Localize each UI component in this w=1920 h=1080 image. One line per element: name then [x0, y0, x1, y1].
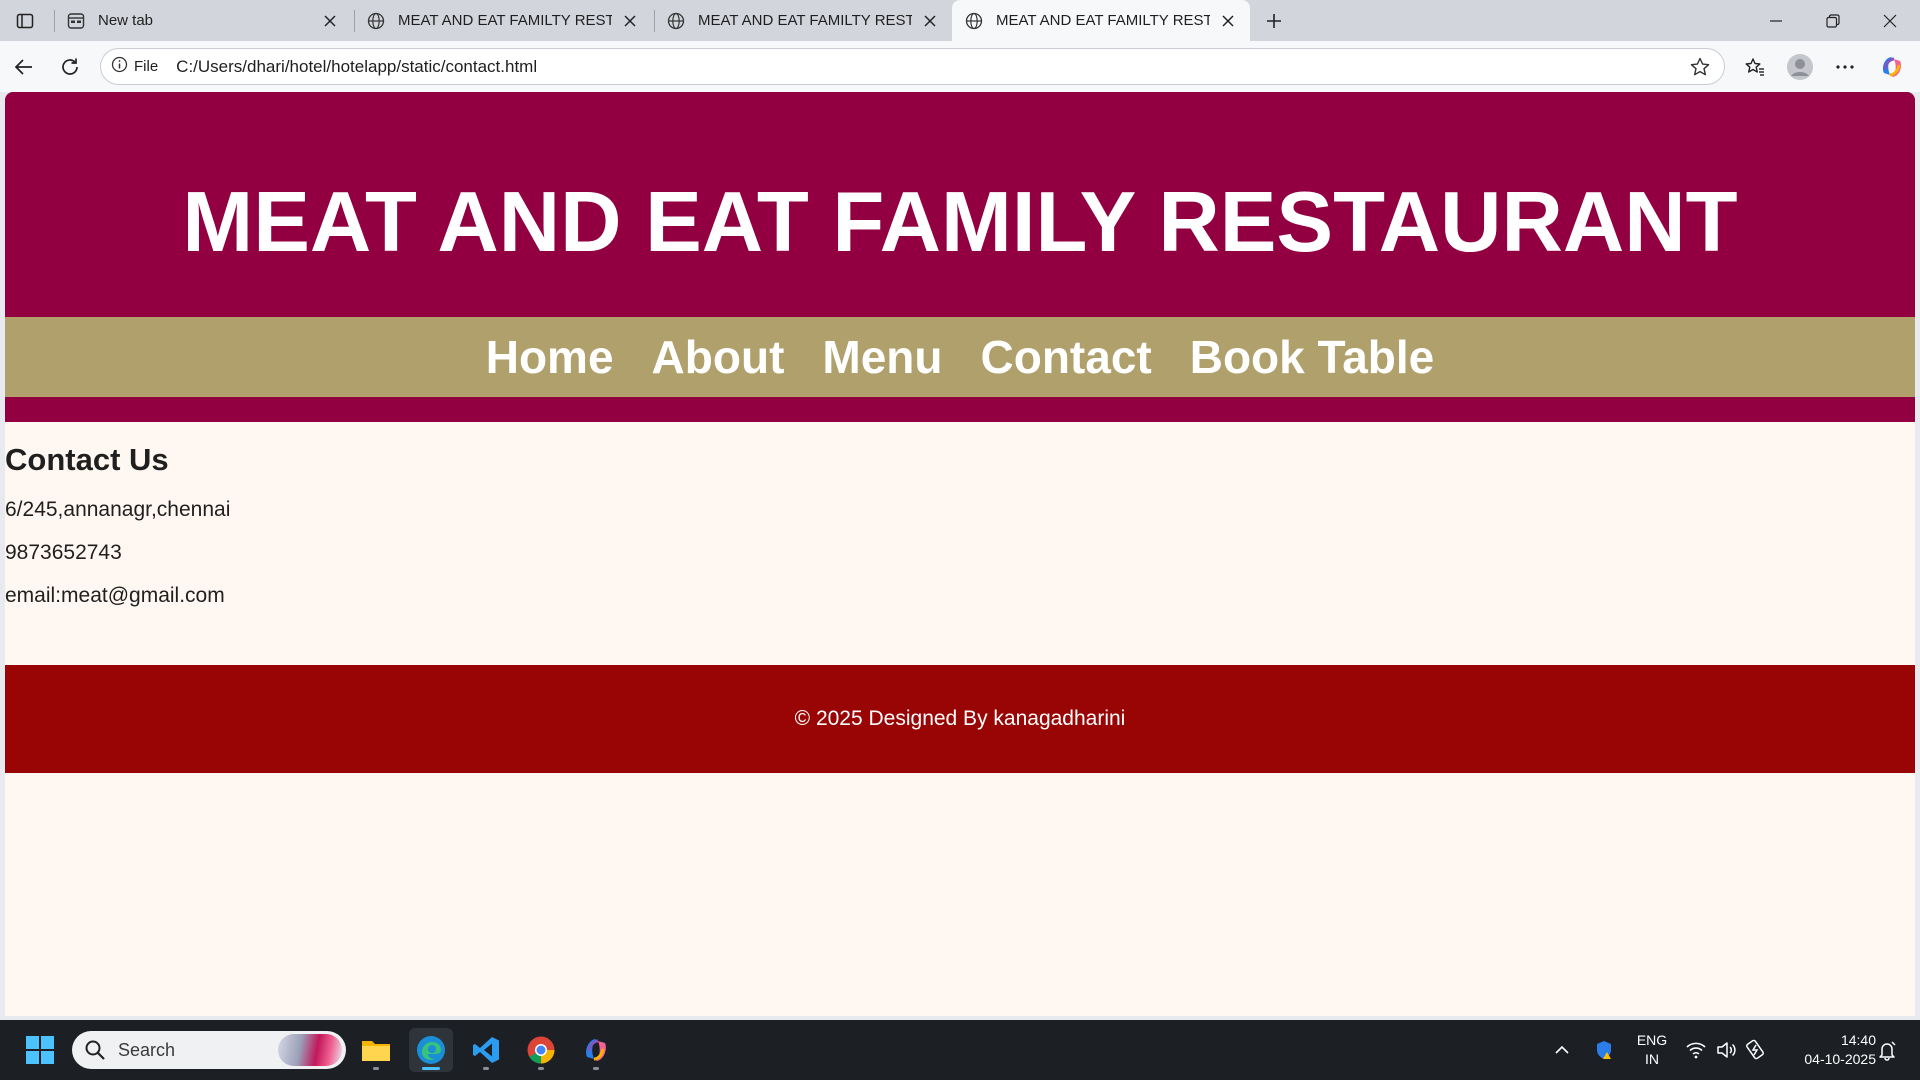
tab-title: New tab — [98, 12, 154, 29]
windows-start-icon[interactable] — [18, 1028, 62, 1072]
tab-title: MEAT AND EAT FAMILTY RESTAURANT — [698, 12, 912, 29]
site-info-label: File — [134, 58, 159, 75]
windows-taskbar: Search ENG IN 14:40 04-10-2025 — [0, 1020, 1920, 1080]
search-icon — [84, 1039, 106, 1061]
globe-icon — [366, 11, 386, 31]
contact-heading: Contact Us — [5, 442, 169, 477]
site-info-button[interactable]: File — [111, 56, 158, 77]
minimize-window-icon[interactable] — [1748, 0, 1804, 41]
new-tab-page-icon — [66, 11, 86, 31]
clock[interactable]: 14:40 04-10-2025 — [1780, 1031, 1876, 1069]
running-indicator — [593, 1067, 599, 1070]
region-code: IN — [1645, 1051, 1659, 1067]
tab-title: MEAT AND EAT FAMILTY RESTAURANT — [398, 12, 612, 29]
search-placeholder: Search — [118, 1039, 176, 1060]
globe-icon — [666, 11, 686, 31]
tab-restaurant-2[interactable]: MEAT AND EAT FAMILTY RESTAURANT — [654, 0, 952, 41]
nav-contact-link[interactable]: Contact — [981, 330, 1152, 384]
restore-window-icon[interactable] — [1805, 0, 1861, 41]
tab-restaurant-active[interactable]: MEAT AND EAT FAMILTY RESTAURANT — [952, 0, 1250, 41]
running-indicator — [483, 1067, 489, 1070]
back-arrow-icon[interactable] — [7, 50, 41, 84]
edge-browser-icon[interactable] — [409, 1028, 453, 1072]
browser-toolbar: File C:/Users/dhari/hotel/hotelapp/stati… — [0, 41, 1920, 92]
running-indicator — [373, 1067, 379, 1070]
tab-new-tab[interactable]: New tab — [54, 0, 352, 41]
copilot-app-icon[interactable] — [574, 1028, 618, 1072]
chrome-icon[interactable] — [519, 1028, 563, 1072]
profile-avatar-icon[interactable] — [1783, 50, 1817, 84]
contact-phone: 9873652743 — [5, 541, 122, 564]
footer-copyright: © 2025 Designed By kanagadharini — [794, 707, 1126, 730]
volume-icon[interactable] — [1714, 1038, 1738, 1062]
more-options-icon[interactable] — [1828, 50, 1862, 84]
file-explorer-icon[interactable] — [354, 1028, 398, 1072]
close-tab-icon[interactable] — [620, 11, 640, 31]
favorite-star-icon[interactable] — [1688, 55, 1712, 79]
nav-book-table-link[interactable]: Book Table — [1190, 330, 1435, 384]
nav-about-link[interactable]: About — [652, 330, 785, 384]
site-footer: © 2025 Designed By kanagadharini — [5, 665, 1915, 773]
tab-actions-menu-icon[interactable] — [12, 8, 38, 34]
refresh-icon[interactable] — [53, 50, 87, 84]
url-text[interactable]: C:/Users/dhari/hotel/hotelapp/static/con… — [176, 57, 537, 77]
tab-strip: New tab MEAT AND EAT FAMILTY RESTAURANT … — [0, 0, 1920, 41]
globe-icon — [964, 11, 984, 31]
nav-menu-link[interactable]: Menu — [822, 330, 942, 384]
close-tab-icon[interactable] — [320, 11, 340, 31]
battery-charging-icon[interactable] — [1744, 1038, 1768, 1062]
search-highlight-image — [278, 1034, 342, 1066]
favorites-icon[interactable] — [1738, 50, 1772, 84]
security-shield-icon[interactable] — [1592, 1038, 1616, 1062]
running-indicator — [538, 1067, 544, 1070]
close-tab-icon[interactable] — [920, 11, 940, 31]
language-code: ENG — [1636, 1032, 1668, 1048]
new-tab-plus-icon[interactable] — [1259, 6, 1289, 36]
clock-date: 04-10-2025 — [1804, 1051, 1876, 1067]
info-circle-icon — [111, 56, 128, 77]
wifi-icon[interactable] — [1684, 1038, 1708, 1062]
vscode-icon[interactable] — [464, 1028, 508, 1072]
contact-address: 6/245,annanagr,chennai — [5, 498, 231, 521]
site-title: MEAT AND EAT FAMILY RESTAURANT — [182, 175, 1738, 270]
close-window-icon[interactable] — [1862, 0, 1918, 41]
site-header: MEAT AND EAT FAMILY RESTAURANT Home Abou… — [5, 92, 1915, 422]
address-bar[interactable]: File C:/Users/dhari/hotel/hotelapp/stati… — [100, 48, 1725, 85]
input-language[interactable]: ENG IN — [1634, 1031, 1670, 1069]
tab-restaurant-1[interactable]: MEAT AND EAT FAMILTY RESTAURANT — [354, 0, 652, 41]
clock-time: 14:40 — [1840, 1032, 1876, 1048]
page-viewport: MEAT AND EAT FAMILY RESTAURANT Home Abou… — [5, 92, 1915, 1016]
close-tab-icon[interactable] — [1218, 11, 1238, 31]
copilot-icon[interactable] — [1875, 50, 1909, 84]
taskbar-search-box[interactable]: Search — [72, 1031, 346, 1069]
notifications-bell-icon[interactable] — [1875, 1038, 1899, 1062]
contact-section: Contact Us 6/245,annanagr,chennai 987365… — [5, 442, 230, 607]
running-indicator — [422, 1067, 440, 1070]
site-navigation: Home About Menu Contact Book Table — [5, 317, 1915, 397]
tab-title: MEAT AND EAT FAMILTY RESTAURANT — [996, 12, 1210, 29]
show-hidden-icons-chevron-icon[interactable] — [1550, 1038, 1574, 1062]
nav-home-link[interactable]: Home — [486, 330, 614, 384]
contact-email: email:meat@gmail.com — [5, 584, 225, 607]
